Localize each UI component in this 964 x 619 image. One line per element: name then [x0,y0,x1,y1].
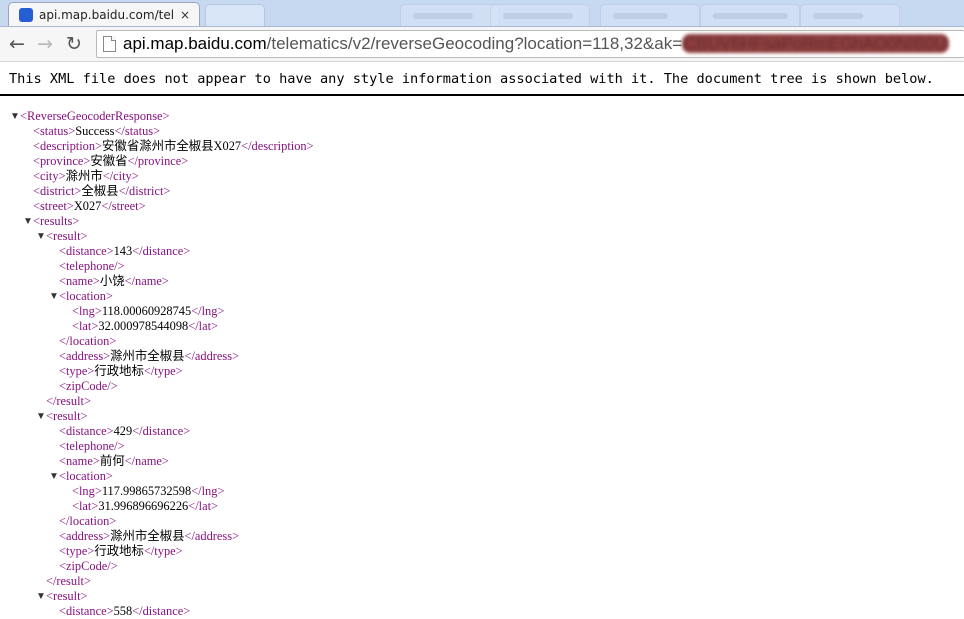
name-value: 小饶 [99,274,125,288]
address-value: 滁州市全椒县 [110,529,185,543]
xml-result-close-line: </result> [46,394,91,408]
xml-telephone-line: <telephone/> [59,259,125,273]
xml-style-notice: This XML file does not appear to have an… [0,62,964,96]
xml-location-close-line: </location> [59,334,117,348]
type-value: 行政地标 [94,544,144,558]
collapse-triangle-icon[interactable]: ▼ [23,214,33,229]
xml-location-line: ▼ <location> [49,469,113,484]
xml-type-line: <type>行政地标</type> [59,544,183,558]
xml-results-line: ▼ <results> [23,214,80,229]
xml-location-line: ▼ <location> [49,289,113,304]
xml-lng-line: <lng>118.00060928745</lng> [72,304,225,318]
page-icon [103,36,116,52]
address-bar[interactable]: api.map.baidu.com/telematics/v2/reverseG… [96,30,964,58]
xml-result-close-line: </result> [46,574,91,588]
xml-city-line: <city>滁州市</city> [33,169,139,183]
collapse-triangle-icon[interactable]: ▼ [49,289,59,304]
collapse-triangle-icon[interactable]: ▼ [36,589,46,604]
type-value: 行政地标 [94,364,144,378]
distance-value: 143 [113,244,133,258]
collapse-triangle-icon[interactable]: ▼ [49,469,59,484]
lat-value: 31.996896696226 [98,499,189,513]
tab-background[interactable] [800,4,900,26]
xml-lat-line: <lat>32.000978544098</lat> [72,319,219,333]
lng-value: 117.99865732598 [101,484,192,498]
distance-value: 429 [113,424,133,438]
xml-lat-line: <lat>31.996896696226</lat> [72,499,219,513]
xml-address-line: <address>滁州市全椒县</address> [59,529,240,543]
xml-province-line: <province>安徽省</province> [33,154,189,168]
xml-tree: ▼ <ReverseGeocoderResponse> <status>Succe… [0,109,314,619]
url-host: api.map.baidu.com [123,34,267,53]
xml-lng-line: <lng>117.99865732598</lng> [72,484,225,498]
xml-description-line: <description>安徽省滁州市全椒县X027</description> [33,139,314,153]
xml-status-line: <status>Success</status> [33,124,161,138]
tab-active[interactable]: 🐾 api.map.baidu.com/tele × [8,2,200,26]
xml-district-line: <district>全椒县</district> [33,184,171,198]
tab-background[interactable] [490,4,590,26]
xml-location-close-line: </location> [59,514,117,528]
tab-close-icon[interactable]: × [180,8,190,22]
back-arrow-icon[interactable]: ← [5,32,29,56]
address-value: 滁州市全椒县 [110,349,185,363]
xml-result-line: ▼ <result> [36,589,88,604]
xml-root-line: ▼ <ReverseGeocoderResponse> [10,109,170,124]
district-value: 全椒县 [81,184,119,198]
lat-value: 32.000978544098 [98,319,189,333]
collapse-triangle-icon[interactable]: ▼ [36,409,46,424]
toolbar: ← → ↻ api.map.baidu.com/telematics/v2/re… [0,27,964,62]
status-value: Success [75,124,115,138]
xml-address-line: <address>滁州市全椒县</address> [59,349,240,363]
tab-title: api.map.baidu.com/tele [39,7,174,22]
xml-zipcode-line: <zipCode/> [59,379,118,393]
lng-value: 118.00060928745 [101,304,192,318]
url-text: api.map.baidu.com/telematics/v2/reverseG… [123,34,949,54]
collapse-triangle-icon[interactable]: ▼ [36,229,46,244]
url-api-key-redacted: CBUV6HFsaPoRmEGhAO0NIB0U [682,34,949,53]
province-value: 安徽省 [90,154,128,168]
reload-icon[interactable]: ↻ [62,32,86,56]
description-value: 安徽省滁州市全椒县X027 [102,139,242,153]
xml-street-line: <street>X027</street> [33,199,146,213]
xml-name-line: <name>小饶</name> [59,274,169,288]
xml-zipcode-line: <zipCode/> [59,559,118,573]
street-value: X027 [73,199,102,213]
forward-arrow-icon[interactable]: → [33,32,57,56]
xml-result-line: ▼ <result> [36,409,88,424]
xml-distance-line: <distance>429</distance> [59,424,191,438]
name-value: 前何 [99,454,125,468]
url-path: /telematics/v2/reverseGeocoding?location… [266,34,683,53]
distance-value: 558 [113,604,133,618]
xml-name-line: <name>前何</name> [59,454,169,468]
tab-background[interactable] [700,4,800,26]
tab-strip: 🐾 api.map.baidu.com/tele × [0,0,964,27]
tab-background[interactable] [600,4,700,26]
collapse-triangle-icon[interactable]: ▼ [10,109,20,124]
baidu-paw-icon: 🐾 [19,7,33,22]
xml-result-line: ▼ <result> [36,229,88,244]
xml-distance-line: <distance>558</distance> [59,604,191,618]
tab-background[interactable] [400,4,500,26]
xml-type-line: <type>行政地标</type> [59,364,183,378]
tab-new[interactable] [205,4,265,26]
city-value: 滁州市 [65,169,103,183]
xml-telephone-line: <telephone/> [59,439,125,453]
xml-distance-line: <distance>143</distance> [59,244,191,258]
